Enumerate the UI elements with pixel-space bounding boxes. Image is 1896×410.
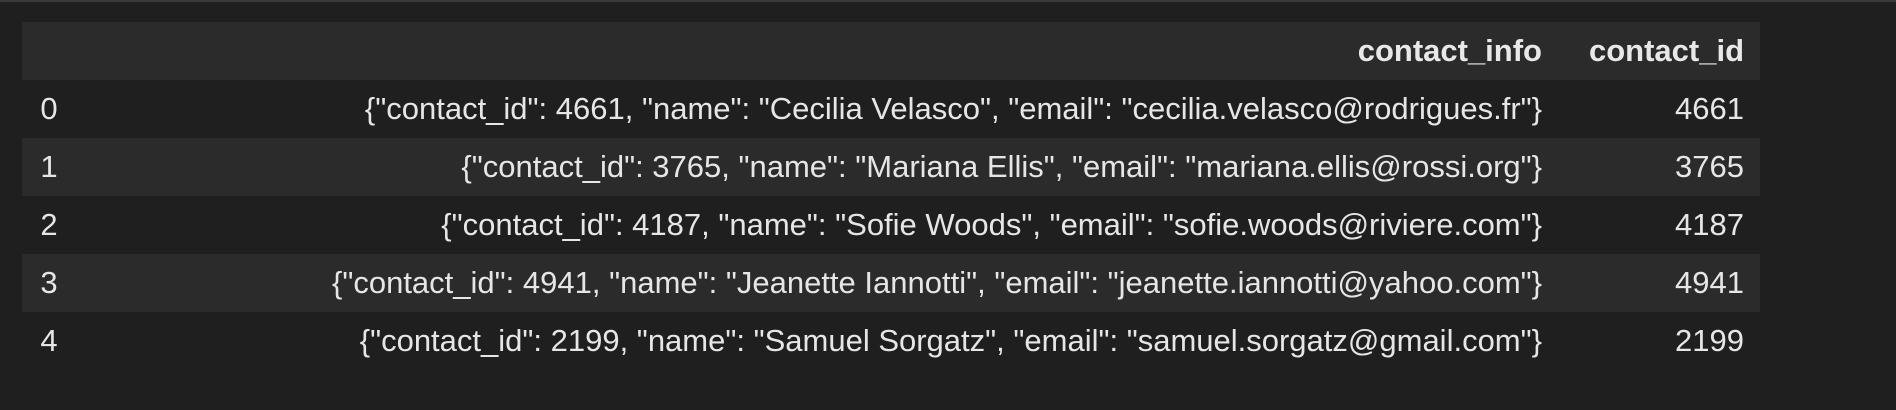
table-header-row: contact_info contact_id xyxy=(22,22,1760,80)
contact-id-cell: 2199 xyxy=(1675,323,1744,358)
row-index: 3 xyxy=(40,265,58,300)
notebook-output: contact_info contact_id 0 {"contact_id":… xyxy=(0,0,1896,410)
dataframe-table: contact_info contact_id 0 {"contact_id":… xyxy=(22,22,1760,370)
contact-id-cell: 4661 xyxy=(1675,91,1744,126)
row-index: 1 xyxy=(40,149,58,184)
contact-info-cell: {"contact_id": 3765, "name": "Mariana El… xyxy=(461,149,1542,184)
contact-id-cell: 4941 xyxy=(1675,265,1744,300)
column-header-contact-info: contact_info xyxy=(1357,33,1542,68)
table-row: 0 {"contact_id": 4661, "name": "Cecilia … xyxy=(22,80,1760,138)
row-index: 2 xyxy=(40,207,58,242)
contact-id-cell: 3765 xyxy=(1675,149,1744,184)
contact-info-cell: {"contact_id": 4187, "name": "Sofie Wood… xyxy=(441,207,1542,242)
contact-info-cell: {"contact_id": 4941, "name": "Jeanette I… xyxy=(331,265,1542,300)
column-header-contact-id: contact_id xyxy=(1588,33,1744,68)
contact-id-cell: 4187 xyxy=(1675,207,1744,242)
cell-divider xyxy=(0,0,1896,2)
contact-info-cell: {"contact_id": 2199, "name": "Samuel Sor… xyxy=(359,323,1542,358)
table-row: 1 {"contact_id": 3765, "name": "Mariana … xyxy=(22,138,1760,196)
table-row: 4 {"contact_id": 2199, "name": "Samuel S… xyxy=(22,312,1760,370)
contact-info-cell: {"contact_id": 4661, "name": "Cecilia Ve… xyxy=(364,91,1542,126)
index-column-header xyxy=(22,22,76,80)
row-index: 0 xyxy=(40,91,58,126)
row-index: 4 xyxy=(40,323,58,358)
table-row: 3 {"contact_id": 4941, "name": "Jeanette… xyxy=(22,254,1760,312)
table-row: 2 {"contact_id": 4187, "name": "Sofie Wo… xyxy=(22,196,1760,254)
